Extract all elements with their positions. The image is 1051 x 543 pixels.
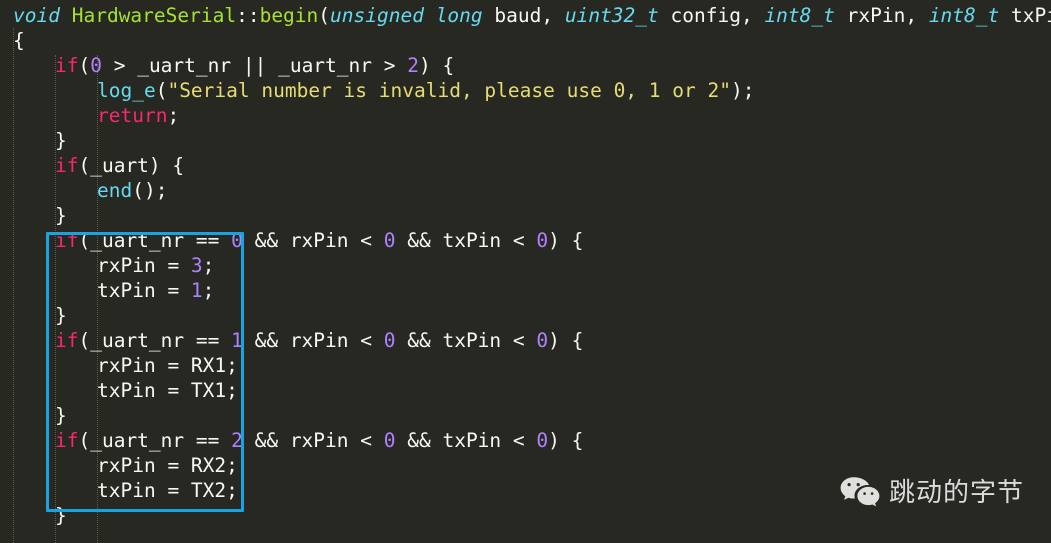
code-token-punc: }	[55, 304, 67, 327]
code-line[interactable]: }	[0, 128, 1051, 153]
code-token-plain: (_uart_nr ==	[78, 329, 232, 352]
code-token-kw: if	[55, 154, 79, 177]
code-token-plain: baud,	[482, 4, 565, 27]
code-line[interactable]: {	[0, 28, 1051, 53]
code-token-num: 0	[383, 429, 396, 452]
code-line[interactable]: log_e("Serial number is invalid, please …	[0, 78, 1051, 103]
code-token-num: 0	[90, 54, 102, 77]
code-token-kw: if	[55, 329, 79, 352]
code-screenshot: void HardwareSerial::begin(unsigned long…	[0, 0, 1051, 543]
code-token-func: log_e	[97, 79, 156, 102]
code-line[interactable]: end();	[0, 178, 1051, 203]
code-token-num: 1	[190, 279, 203, 302]
code-token-punc: ) {	[548, 229, 584, 252]
code-token-num: 0	[231, 229, 243, 252]
code-token-kw: if	[55, 429, 79, 452]
code-token-num: 0	[536, 329, 549, 352]
code-token-str: "Serial number is invalid, please use 0,…	[167, 79, 731, 102]
code-token-plain: && txPin <	[395, 229, 537, 252]
code-token-type: int8_t	[764, 4, 835, 27]
code-token-punc: (	[78, 54, 91, 77]
code-token-plain: rxPin = RX2;	[97, 454, 238, 477]
code-token-num: 0	[536, 229, 549, 252]
code-token-kw: return	[97, 104, 168, 127]
code-token-punc: }	[55, 204, 67, 227]
code-line[interactable]: if(_uart_nr == 2 && rxPin < 0 && txPin <…	[0, 428, 1051, 453]
code-token-plain: && rxPin <	[242, 329, 384, 352]
code-line[interactable]: }	[0, 303, 1051, 328]
code-line[interactable]: }	[0, 203, 1051, 228]
code-token-num: 2	[407, 54, 419, 77]
code-token-plain: txPin =	[97, 279, 191, 302]
code-token-punc: ;	[167, 104, 180, 127]
code-token-type: uint32_t	[564, 4, 659, 27]
code-token-func: end	[97, 179, 133, 202]
code-token-punc: ) {	[548, 329, 584, 352]
code-token-kw: if	[55, 54, 79, 77]
code-line[interactable]: rxPin = RX1;	[0, 353, 1051, 378]
code-line[interactable]: rxPin = 3;	[0, 253, 1051, 278]
code-token-kw: if	[55, 229, 79, 252]
code-token-punc: );	[730, 79, 755, 102]
code-line[interactable]: if(0 > _uart_nr || _uart_nr > 2) {	[0, 53, 1051, 78]
watermark: 跳动的字节	[840, 476, 1024, 510]
code-token-plain: rxPin,	[834, 4, 929, 27]
code-line[interactable]: rxPin = RX2;	[0, 453, 1051, 478]
code-line[interactable]: return;	[0, 103, 1051, 128]
code-token-plain: && txPin <	[395, 429, 537, 452]
code-token-punc: ) {	[548, 429, 584, 452]
code-token-num: 0	[536, 429, 549, 452]
code-line[interactable]: if(_uart_nr == 0 && rxPin < 0 && txPin <…	[0, 228, 1051, 253]
code-token-num: 2	[231, 429, 243, 452]
code-token-plain: txPin,	[1011, 4, 1051, 27]
code-token-plain: rxPin =	[97, 254, 191, 277]
code-token-punc: }	[55, 129, 67, 152]
code-token-plain: && rxPin <	[242, 229, 384, 252]
code-token-plain: txPin = TX1;	[97, 379, 238, 402]
code-token-plain: > _uart_nr || _uart_nr >	[101, 54, 408, 77]
code-token-plain: (_uart) {	[78, 154, 185, 177]
code-token-punc: (	[155, 79, 168, 102]
code-token-type: unsigned long	[330, 4, 483, 27]
code-line[interactable]: void HardwareSerial::begin(unsigned long…	[0, 3, 1051, 28]
code-line[interactable]: txPin = TX1;	[0, 378, 1051, 403]
code-token-class: begin	[259, 4, 319, 27]
code-token-punc: ::	[236, 4, 260, 27]
code-token-plain: config,	[658, 4, 765, 27]
code-token-num: 1	[231, 329, 243, 352]
code-token-punc: }	[55, 504, 67, 527]
code-token-class: HardwareSerial	[71, 4, 237, 27]
code-line[interactable]: if(_uart_nr == 1 && rxPin < 0 && txPin <…	[0, 328, 1051, 353]
code-token-punc: }	[55, 404, 67, 427]
code-token-punc: ) {	[418, 54, 455, 77]
code-token-punc: ();	[132, 179, 168, 202]
code-token-punc: ;	[202, 254, 215, 277]
code-block[interactable]: void HardwareSerial::begin(unsigned long…	[0, 0, 1051, 528]
wechat-icon	[840, 476, 880, 510]
code-token-type: int8_t	[928, 4, 1000, 27]
code-token-plain: && rxPin <	[242, 429, 384, 452]
code-line[interactable]: txPin = 1;	[0, 278, 1051, 303]
code-token-punc: {	[13, 29, 25, 52]
code-line[interactable]: }	[0, 403, 1051, 428]
code-token-plain: (_uart_nr ==	[78, 429, 232, 452]
code-token-num: 0	[383, 329, 396, 352]
code-token-num: 3	[190, 254, 203, 277]
watermark-label: 跳动的字节	[889, 478, 1025, 508]
code-token-type: void	[13, 4, 60, 27]
code-token-plain: && txPin <	[395, 329, 537, 352]
code-token-punc: (	[318, 4, 331, 27]
code-token-plain: (_uart_nr ==	[78, 229, 232, 252]
code-line[interactable]: if(_uart) {	[0, 153, 1051, 178]
code-token-punc: ;	[202, 279, 215, 302]
code-token-plain: rxPin = RX1;	[97, 354, 238, 377]
code-token-plain: txPin = TX2;	[97, 479, 238, 502]
code-token-num: 0	[383, 229, 396, 252]
